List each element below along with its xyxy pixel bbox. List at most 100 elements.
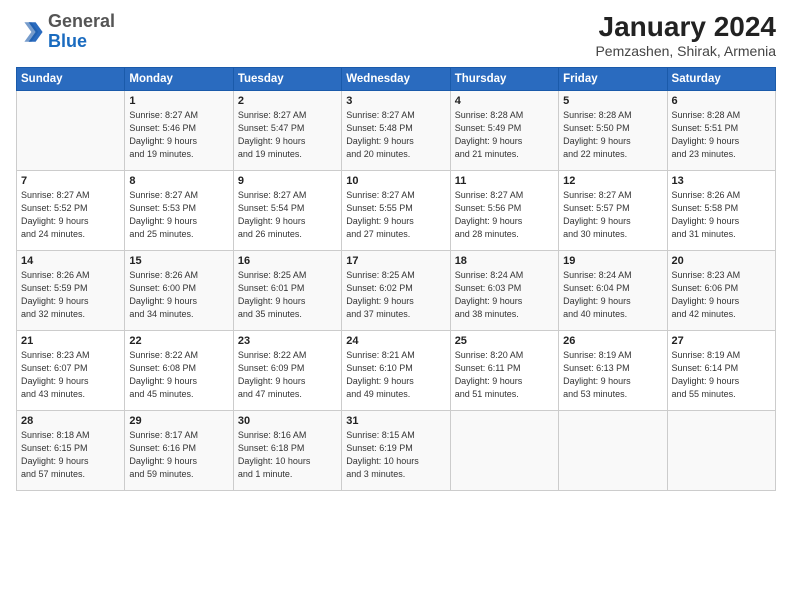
- calendar-cell: 11 Sunrise: 8:27 AM Sunset: 5:56 PM Dayli…: [450, 170, 558, 250]
- day-info: Sunrise: 8:21 AM Sunset: 6:10 PM Dayligh…: [346, 349, 445, 401]
- day-info: Sunrise: 8:26 AM Sunset: 5:58 PM Dayligh…: [672, 189, 771, 241]
- calendar-cell: 10 Sunrise: 8:27 AM Sunset: 5:55 PM Dayli…: [342, 170, 450, 250]
- calendar-cell: [17, 90, 125, 170]
- calendar-cell: 14Sunrise: 8:26 AM Sunset: 5:59 PM Dayli…: [17, 250, 125, 330]
- page: General Blue January 2024 Pemzashen, Shi…: [0, 0, 792, 612]
- day-number: 17: [346, 255, 445, 267]
- calendar-cell: 7 Sunrise: 8:27 AM Sunset: 5:52 PM Daylig…: [17, 170, 125, 250]
- day-info: Sunrise: 8:27 AM Sunset: 5:55 PM Dayligh…: [346, 189, 445, 241]
- calendar-cell: [450, 410, 558, 490]
- day-header-tuesday: Tuesday: [233, 67, 341, 90]
- day-info: Sunrise: 8:27 AM Sunset: 5:56 PM Dayligh…: [455, 189, 554, 241]
- calendar-cell: 1 Sunrise: 8:27 AM Sunset: 5:46 PM Daylig…: [125, 90, 233, 170]
- calendar-cell: 3 Sunrise: 8:27 AM Sunset: 5:48 PM Daylig…: [342, 90, 450, 170]
- day-info: Sunrise: 8:19 AM Sunset: 6:14 PM Dayligh…: [672, 349, 771, 401]
- day-info: Sunrise: 8:28 AM Sunset: 5:50 PM Dayligh…: [563, 109, 662, 161]
- day-header-friday: Friday: [559, 67, 667, 90]
- day-info: Sunrise: 8:19 AM Sunset: 6:13 PM Dayligh…: [563, 349, 662, 401]
- calendar-cell: 13 Sunrise: 8:26 AM Sunset: 5:58 PM Dayli…: [667, 170, 775, 250]
- header: General Blue January 2024 Pemzashen, Shi…: [16, 12, 776, 59]
- day-number: 4: [455, 95, 554, 107]
- calendar-cell: 28Sunrise: 8:18 AM Sunset: 6:15 PM Dayli…: [17, 410, 125, 490]
- calendar-cell: 23 Sunrise: 8:22 AM Sunset: 6:09 PM Dayli…: [233, 330, 341, 410]
- calendar-cell: 9Sunrise: 8:27 AM Sunset: 5:54 PM Daylig…: [233, 170, 341, 250]
- day-info: Sunrise: 8:27 AM Sunset: 5:48 PM Dayligh…: [346, 109, 445, 161]
- day-info: Sunrise: 8:15 AM Sunset: 6:19 PM Dayligh…: [346, 429, 445, 481]
- day-number: 24: [346, 335, 445, 347]
- calendar-cell: 27 Sunrise: 8:19 AM Sunset: 6:14 PM Dayli…: [667, 330, 775, 410]
- day-number: 23: [238, 335, 337, 347]
- day-header-wednesday: Wednesday: [342, 67, 450, 90]
- week-row-5: 28Sunrise: 8:18 AM Sunset: 6:15 PM Dayli…: [17, 410, 776, 490]
- day-info: Sunrise: 8:22 AM Sunset: 6:09 PM Dayligh…: [238, 349, 337, 401]
- day-info: Sunrise: 8:20 AM Sunset: 6:11 PM Dayligh…: [455, 349, 554, 401]
- day-number: 1: [129, 95, 228, 107]
- day-number: 2: [238, 95, 337, 107]
- day-number: 12: [563, 175, 662, 187]
- calendar-table: SundayMondayTuesdayWednesdayThursdayFrid…: [16, 67, 776, 491]
- header-row: SundayMondayTuesdayWednesdayThursdayFrid…: [17, 67, 776, 90]
- calendar-cell: 29Sunrise: 8:17 AM Sunset: 6:16 PM Dayli…: [125, 410, 233, 490]
- day-info: Sunrise: 8:24 AM Sunset: 6:03 PM Dayligh…: [455, 269, 554, 321]
- day-number: 8: [129, 175, 228, 187]
- day-number: 11: [455, 175, 554, 187]
- day-info: Sunrise: 8:27 AM Sunset: 5:47 PM Dayligh…: [238, 109, 337, 161]
- day-number: 7: [21, 175, 120, 187]
- week-row-3: 14Sunrise: 8:26 AM Sunset: 5:59 PM Dayli…: [17, 250, 776, 330]
- logo-icon: [16, 18, 44, 46]
- day-header-monday: Monday: [125, 67, 233, 90]
- calendar-cell: 12 Sunrise: 8:27 AM Sunset: 5:57 PM Dayli…: [559, 170, 667, 250]
- day-info: Sunrise: 8:26 AM Sunset: 5:59 PM Dayligh…: [21, 269, 120, 321]
- day-info: Sunrise: 8:28 AM Sunset: 5:49 PM Dayligh…: [455, 109, 554, 161]
- day-info: Sunrise: 8:17 AM Sunset: 6:16 PM Dayligh…: [129, 429, 228, 481]
- calendar-cell: 18Sunrise: 8:24 AM Sunset: 6:03 PM Dayli…: [450, 250, 558, 330]
- day-number: 19: [563, 255, 662, 267]
- day-info: Sunrise: 8:27 AM Sunset: 5:52 PM Dayligh…: [21, 189, 120, 241]
- calendar-cell: 24 Sunrise: 8:21 AM Sunset: 6:10 PM Dayli…: [342, 330, 450, 410]
- calendar-cell: 19 Sunrise: 8:24 AM Sunset: 6:04 PM Dayli…: [559, 250, 667, 330]
- calendar-cell: 5 Sunrise: 8:28 AM Sunset: 5:50 PM Daylig…: [559, 90, 667, 170]
- page-subtitle: Pemzashen, Shirak, Armenia: [595, 43, 776, 59]
- day-info: Sunrise: 8:16 AM Sunset: 6:18 PM Dayligh…: [238, 429, 337, 481]
- week-row-1: 1 Sunrise: 8:27 AM Sunset: 5:46 PM Daylig…: [17, 90, 776, 170]
- day-number: 13: [672, 175, 771, 187]
- title-block: January 2024 Pemzashen, Shirak, Armenia: [595, 12, 776, 59]
- week-row-2: 7 Sunrise: 8:27 AM Sunset: 5:52 PM Daylig…: [17, 170, 776, 250]
- calendar-cell: 17Sunrise: 8:25 AM Sunset: 6:02 PM Dayli…: [342, 250, 450, 330]
- day-number: 16: [238, 255, 337, 267]
- calendar-cell: 26Sunrise: 8:19 AM Sunset: 6:13 PM Dayli…: [559, 330, 667, 410]
- page-title: January 2024: [595, 12, 776, 43]
- day-number: 6: [672, 95, 771, 107]
- day-number: 31: [346, 415, 445, 427]
- day-number: 20: [672, 255, 771, 267]
- day-info: Sunrise: 8:25 AM Sunset: 6:01 PM Dayligh…: [238, 269, 337, 321]
- calendar-cell: 25 Sunrise: 8:20 AM Sunset: 6:11 PM Dayli…: [450, 330, 558, 410]
- calendar-cell: 30 Sunrise: 8:16 AM Sunset: 6:18 PM Dayli…: [233, 410, 341, 490]
- day-number: 30: [238, 415, 337, 427]
- calendar-cell: 4 Sunrise: 8:28 AM Sunset: 5:49 PM Daylig…: [450, 90, 558, 170]
- day-info: Sunrise: 8:27 AM Sunset: 5:46 PM Dayligh…: [129, 109, 228, 161]
- logo-blue-text: Blue: [48, 31, 87, 51]
- calendar-cell: 6 Sunrise: 8:28 AM Sunset: 5:51 PM Daylig…: [667, 90, 775, 170]
- calendar-cell: 31 Sunrise: 8:15 AM Sunset: 6:19 PM Dayli…: [342, 410, 450, 490]
- day-info: Sunrise: 8:27 AM Sunset: 5:57 PM Dayligh…: [563, 189, 662, 241]
- calendar-cell: 2 Sunrise: 8:27 AM Sunset: 5:47 PM Daylig…: [233, 90, 341, 170]
- day-number: 25: [455, 335, 554, 347]
- day-info: Sunrise: 8:27 AM Sunset: 5:53 PM Dayligh…: [129, 189, 228, 241]
- calendar-cell: 21 Sunrise: 8:23 AM Sunset: 6:07 PM Dayli…: [17, 330, 125, 410]
- day-header-thursday: Thursday: [450, 67, 558, 90]
- day-info: Sunrise: 8:23 AM Sunset: 6:07 PM Dayligh…: [21, 349, 120, 401]
- day-number: 3: [346, 95, 445, 107]
- day-info: Sunrise: 8:24 AM Sunset: 6:04 PM Dayligh…: [563, 269, 662, 321]
- day-info: Sunrise: 8:18 AM Sunset: 6:15 PM Dayligh…: [21, 429, 120, 481]
- day-number: 21: [21, 335, 120, 347]
- calendar-cell: 8 Sunrise: 8:27 AM Sunset: 5:53 PM Daylig…: [125, 170, 233, 250]
- day-number: 15: [129, 255, 228, 267]
- day-number: 10: [346, 175, 445, 187]
- day-number: 27: [672, 335, 771, 347]
- calendar-cell: 20Sunrise: 8:23 AM Sunset: 6:06 PM Dayli…: [667, 250, 775, 330]
- day-number: 5: [563, 95, 662, 107]
- calendar-cell: [667, 410, 775, 490]
- day-info: Sunrise: 8:28 AM Sunset: 5:51 PM Dayligh…: [672, 109, 771, 161]
- calendar-cell: 22Sunrise: 8:22 AM Sunset: 6:08 PM Dayli…: [125, 330, 233, 410]
